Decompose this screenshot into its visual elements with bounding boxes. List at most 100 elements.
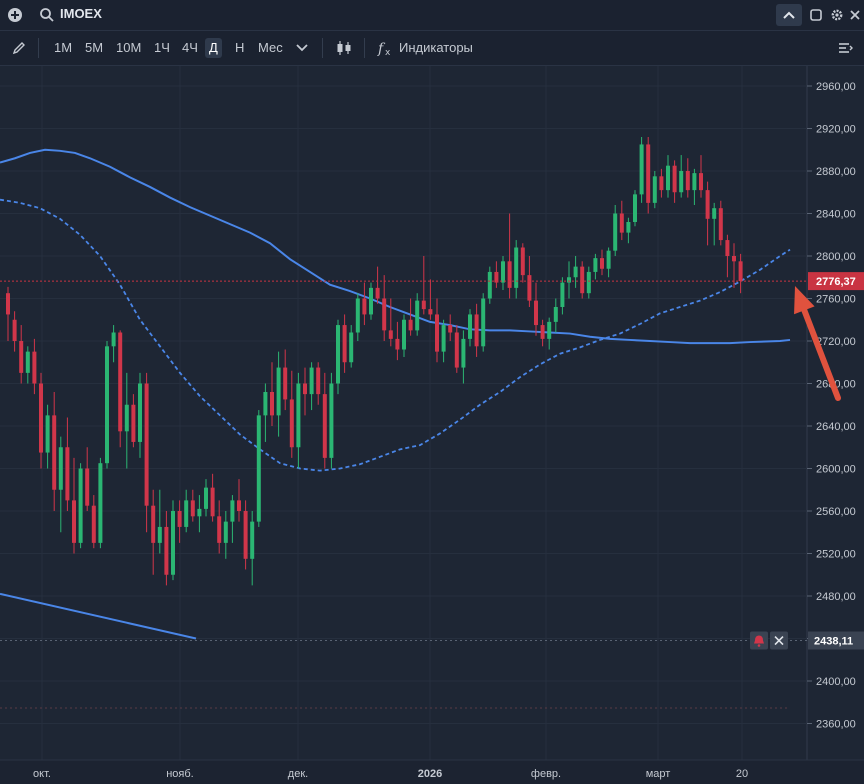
candle-body	[210, 487, 215, 517]
candle-body	[12, 319, 17, 341]
candle-body	[78, 468, 83, 543]
candle-body	[388, 330, 393, 339]
candle-body	[501, 261, 505, 283]
add-icon[interactable]	[6, 6, 24, 24]
candle-body	[316, 367, 321, 395]
candle[interactable]	[639, 137, 644, 203]
candle-body	[309, 367, 314, 395]
price-tick-label: 2480,00	[816, 591, 856, 603]
candle[interactable]	[336, 319, 340, 395]
close-icon[interactable]	[846, 6, 864, 24]
candle-body	[468, 314, 472, 339]
candle-body	[461, 338, 466, 368]
candle[interactable]	[98, 457, 103, 549]
candle-body	[586, 271, 591, 294]
candle-body	[619, 213, 624, 233]
candle[interactable]	[580, 261, 585, 299]
candle-body	[652, 176, 657, 203]
candle-body	[303, 383, 307, 395]
candle[interactable]	[369, 282, 373, 320]
indicators-button[interactable]: Индикаторы	[399, 38, 473, 58]
candle-body	[336, 325, 340, 384]
candle-body	[633, 194, 637, 222]
toolbar-divider	[322, 38, 323, 58]
indicators-fx-icon[interactable]: fx	[376, 38, 396, 58]
candle-body	[600, 258, 604, 269]
candle-body	[250, 521, 255, 559]
candle-body	[639, 144, 644, 195]
candle-body	[606, 250, 611, 269]
candle-body	[540, 325, 545, 339]
collapse-button[interactable]	[776, 4, 802, 26]
time-axis-label: март	[646, 768, 671, 780]
candle[interactable]	[256, 410, 261, 527]
candle-body	[421, 300, 426, 310]
candle[interactable]	[78, 463, 83, 549]
price-tick-label: 2960,00	[816, 81, 856, 93]
candle-body	[415, 300, 420, 331]
alert-bell-button[interactable]	[750, 631, 768, 650]
candlestick-type-icon[interactable]	[334, 38, 354, 58]
menu-collapse-icon[interactable]	[836, 39, 856, 57]
price-tick-label: 2720,00	[816, 336, 856, 348]
candle[interactable]	[646, 137, 651, 214]
candle-body	[454, 332, 459, 368]
price-tick-label: 2760,00	[816, 294, 856, 306]
candle-body	[32, 351, 37, 384]
candle[interactable]	[487, 266, 492, 304]
candle[interactable]	[633, 190, 637, 227]
price-chart[interactable]: 2960,00 2920,00 2880,00 2840,00 2800,00 2760,…	[0, 66, 864, 784]
candle[interactable]	[118, 330, 123, 448]
timeframe-week[interactable]: Н	[231, 38, 248, 58]
price-tick-label: 2880,00	[816, 166, 856, 178]
candle-body	[19, 341, 24, 373]
candle-body	[349, 332, 354, 363]
candle[interactable]	[481, 293, 486, 352]
alert-price-label: 2438,11	[814, 636, 853, 648]
price-tick-label: 2640,00	[816, 421, 856, 433]
candle-body	[732, 256, 736, 262]
candle[interactable]	[652, 171, 657, 209]
candle-body	[382, 298, 387, 331]
candle-body	[190, 500, 195, 517]
time-axis-label: февр.	[531, 768, 561, 780]
candle-body	[738, 261, 743, 282]
candle[interactable]	[105, 341, 109, 469]
search-icon[interactable]	[38, 6, 56, 24]
candle-body	[718, 208, 723, 241]
candle-body	[118, 332, 123, 432]
chevron-down-icon[interactable]	[293, 39, 311, 57]
candle-body	[6, 293, 10, 315]
candle-body	[45, 415, 50, 453]
top-bar: IMOEX	[0, 0, 864, 31]
alert-close-button[interactable]	[770, 631, 788, 650]
timeframe-1m[interactable]: 1М	[50, 38, 76, 58]
candle-body	[527, 275, 532, 301]
candle[interactable]	[329, 372, 334, 469]
candle-body	[441, 325, 446, 352]
candle-body	[435, 314, 439, 352]
timeframe-day[interactable]: Д	[205, 38, 222, 58]
timeframe-10m[interactable]: 10М	[112, 38, 145, 58]
timeframe-4h[interactable]: 4Ч	[178, 38, 202, 58]
candle[interactable]	[171, 500, 175, 581]
candle-body	[223, 521, 228, 543]
timeframe-month[interactable]: Мес	[254, 38, 287, 58]
candle-body	[567, 277, 571, 283]
gear-icon[interactable]	[828, 6, 846, 24]
candle-body	[184, 500, 189, 527]
candle-body	[487, 271, 492, 299]
candle-body	[25, 351, 30, 373]
svg-text:x: x	[385, 48, 391, 57]
candle-body	[217, 516, 222, 543]
candle-body	[72, 500, 76, 543]
toolbar-divider	[364, 38, 365, 58]
candle-body	[98, 463, 103, 543]
symbol-search-input[interactable]: IMOEX	[60, 6, 102, 21]
time-axis-label: дек.	[288, 768, 308, 780]
pencil-icon[interactable]	[10, 39, 28, 57]
timeframe-5m[interactable]: 5М	[81, 38, 107, 58]
candle-body	[514, 247, 519, 288]
timeframe-1h[interactable]: 1Ч	[150, 38, 174, 58]
window-icon[interactable]	[808, 7, 824, 23]
